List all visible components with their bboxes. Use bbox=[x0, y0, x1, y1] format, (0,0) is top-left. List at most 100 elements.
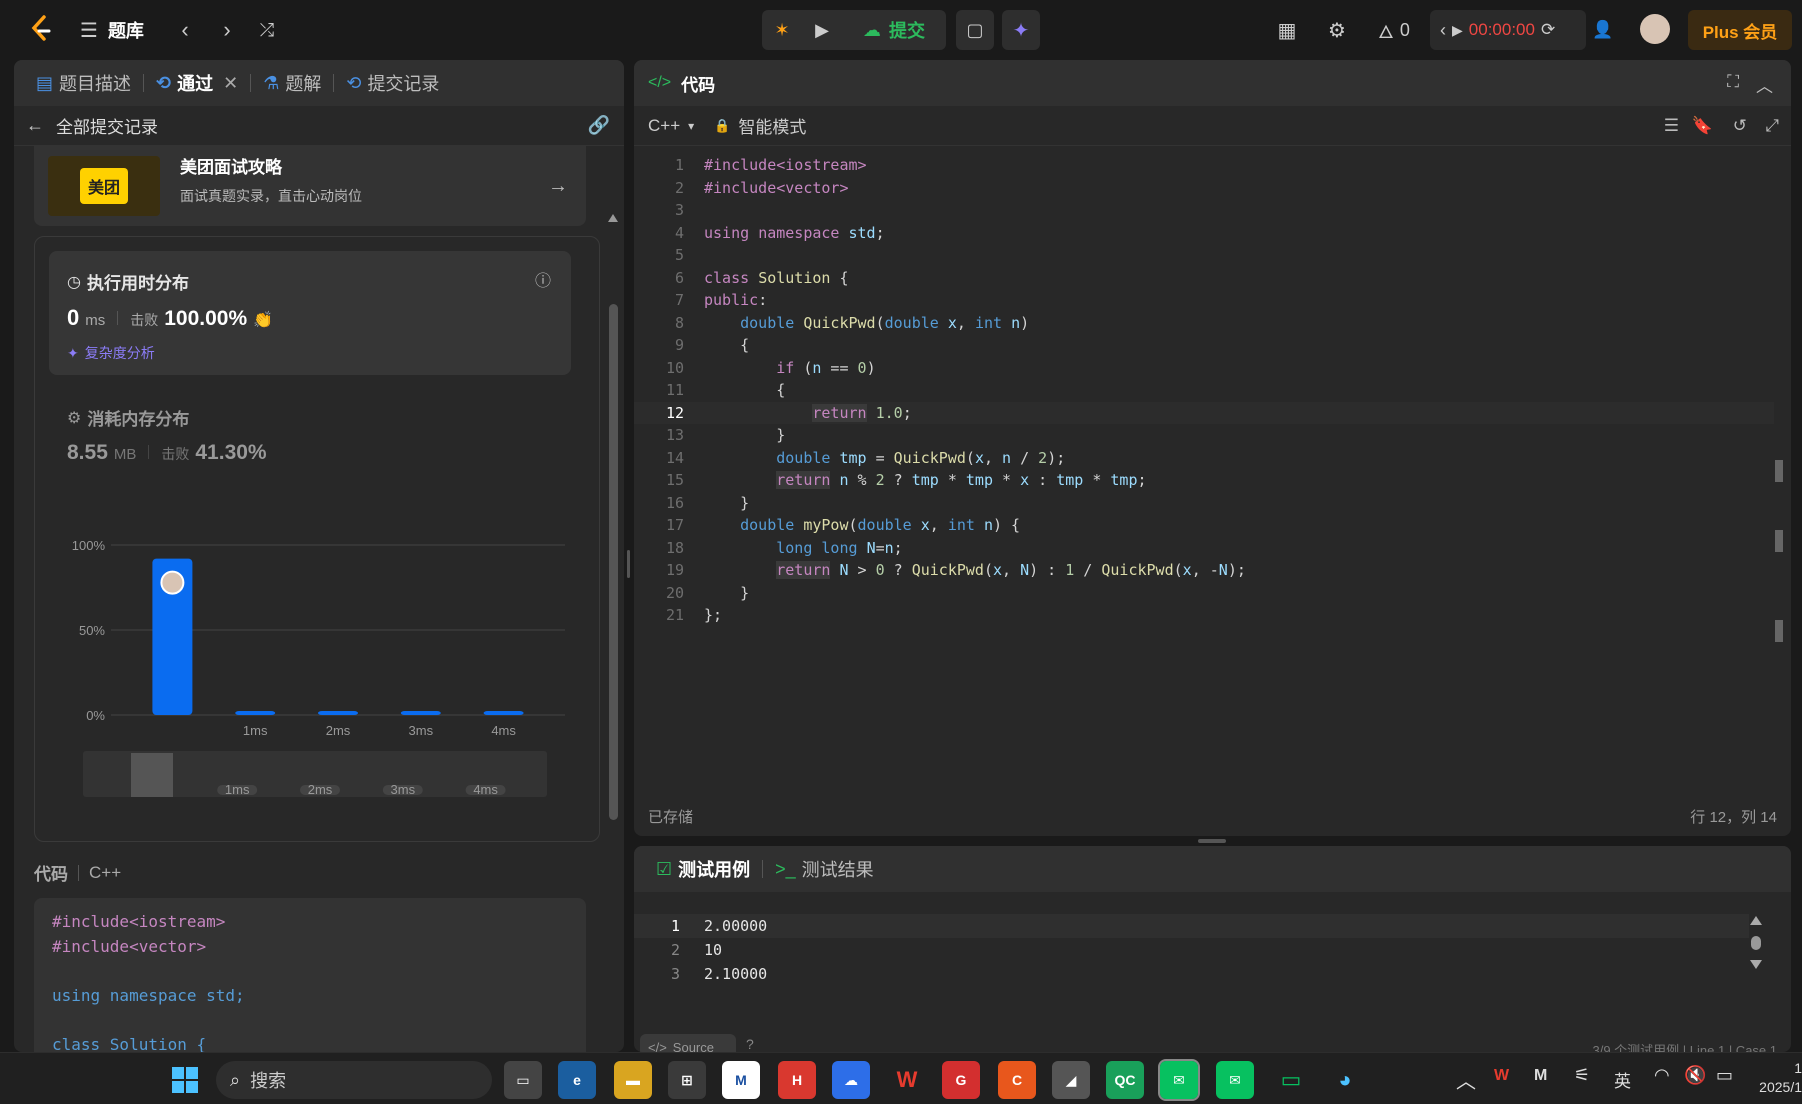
edge-icon[interactable]: e bbox=[558, 1061, 596, 1099]
reset-code-icon[interactable]: ↺ bbox=[1733, 116, 1747, 136]
code-line[interactable]: 5 bbox=[634, 244, 1774, 267]
vertical-resize-handle[interactable] bbox=[627, 550, 630, 578]
all-submissions-link[interactable]: 全部提交记录 bbox=[56, 113, 158, 138]
back-arrow-icon[interactable]: ← bbox=[26, 115, 44, 136]
file-explorer-icon[interactable]: ▬ bbox=[614, 1061, 652, 1099]
bookmark-icon[interactable]: 🔖 bbox=[1692, 116, 1713, 136]
left-scrollbar[interactable] bbox=[608, 214, 618, 820]
prev-problem-button[interactable]: ‹ bbox=[170, 15, 200, 45]
wifi-icon[interactable]: ◠ bbox=[1654, 1065, 1670, 1086]
source-button[interactable]: </> Source bbox=[640, 1034, 736, 1052]
range-selector-window[interactable] bbox=[131, 753, 173, 797]
tab-test-results[interactable]: >_ 测试结果 bbox=[767, 846, 882, 892]
code-line[interactable]: 21}; bbox=[634, 604, 1774, 627]
scroll-thumb[interactable] bbox=[609, 304, 618, 820]
code-line[interactable]: 10 if (n == 0) bbox=[634, 357, 1774, 380]
tray-wps-icon[interactable]: W bbox=[1494, 1067, 1509, 1085]
layout-button[interactable]: ▦ bbox=[1272, 15, 1302, 45]
note-button[interactable]: ▢ bbox=[956, 10, 994, 50]
code-line[interactable]: 12 return 1.0; bbox=[634, 401, 1774, 424]
debug-button[interactable]: ✶ bbox=[766, 14, 798, 46]
plus-member-button[interactable]: Plus 会员 bbox=[1688, 10, 1792, 50]
streak-button[interactable]: 🜂 0 bbox=[1370, 15, 1418, 45]
chevron-up-icon[interactable]: ︿ bbox=[1456, 1065, 1476, 1094]
code-line[interactable]: 4 using namespace std; bbox=[634, 222, 1774, 245]
wps-icon[interactable]: W bbox=[888, 1061, 926, 1099]
next-problem-button[interactable]: › bbox=[212, 15, 242, 45]
code-line[interactable]: 1 #include<iostream> bbox=[634, 154, 1774, 177]
run-button[interactable]: ▶ bbox=[806, 14, 838, 46]
code-line[interactable]: 2 #include<vector> bbox=[634, 177, 1774, 200]
collapse-icon[interactable]: ︿ bbox=[1756, 72, 1773, 97]
tray-m-icon[interactable]: M bbox=[1534, 1067, 1547, 1085]
tab-test-cases[interactable]: ☑ 测试用例 bbox=[648, 846, 758, 892]
reset-icon[interactable]: ⟳ bbox=[1541, 20, 1555, 40]
editor-vscroll[interactable] bbox=[1775, 160, 1783, 740]
app-c-icon[interactable]: C bbox=[998, 1061, 1036, 1099]
scroll-thumb[interactable] bbox=[1751, 936, 1761, 950]
submit-button[interactable]: ☁ 提交 bbox=[846, 14, 942, 46]
link-icon[interactable]: 🔗 bbox=[588, 115, 610, 136]
tray-settings-icon[interactable]: ⚟ bbox=[1574, 1065, 1590, 1086]
avatar[interactable] bbox=[1640, 14, 1670, 44]
fullscreen-icon[interactable]: ⛶ bbox=[1727, 72, 1739, 92]
play-icon[interactable]: ▶ bbox=[1452, 22, 1463, 39]
tab-description[interactable]: ▤ 题目描述 bbox=[28, 60, 139, 106]
battery-icon[interactable]: ▭ bbox=[1716, 1065, 1733, 1086]
language-select[interactable]: C++ ▾ bbox=[648, 116, 694, 136]
expand-icon[interactable]: ⤢ bbox=[1765, 116, 1779, 136]
clock[interactable]: 1 2025/1 bbox=[1752, 1059, 1802, 1097]
tab-submissions[interactable]: ⟲ 提交记录 bbox=[338, 60, 447, 106]
code-line[interactable]: 6 class Solution { bbox=[634, 267, 1774, 290]
code-line[interactable]: 8 double QuickPwd(double x, int n) bbox=[634, 312, 1774, 335]
cloud-icon[interactable]: ☁ bbox=[832, 1061, 870, 1099]
format-icon[interactable]: ☰ bbox=[1664, 116, 1679, 136]
ime-indicator[interactable]: 英 bbox=[1614, 1067, 1631, 1092]
code-line[interactable]: 19 return N > 0 ? QuickPwd(x, N) : 1 / Q… bbox=[634, 559, 1774, 582]
settings-button[interactable]: ⚙ bbox=[1322, 15, 1352, 45]
problem-bank-button[interactable]: ☰ 题库 bbox=[80, 15, 180, 45]
code-line[interactable]: 17 double myPow(double x, int n) { bbox=[634, 514, 1774, 537]
scroll-up-icon[interactable] bbox=[1750, 916, 1762, 925]
smart-mode-toggle[interactable]: 🔒 智能模式 bbox=[714, 113, 806, 138]
wechat-icon[interactable]: ✉ bbox=[1158, 1059, 1200, 1101]
scroll-down-icon[interactable] bbox=[1750, 960, 1762, 969]
code-line[interactable]: 18 long long N=n; bbox=[634, 537, 1774, 560]
huawei-icon[interactable]: H bbox=[778, 1061, 816, 1099]
code-line[interactable]: 3 bbox=[634, 199, 1774, 222]
start-button[interactable] bbox=[166, 1061, 204, 1099]
code-line[interactable]: 15 return n % 2 ? tmp * tmp * x : tmp * … bbox=[634, 469, 1774, 492]
task-view-icon[interactable]: ▭ bbox=[504, 1061, 542, 1099]
info-icon[interactable]: ⓘ bbox=[535, 267, 551, 291]
random-problem-button[interactable]: ⤮ bbox=[252, 15, 282, 45]
help-icon[interactable]: ? bbox=[746, 1036, 754, 1052]
close-icon[interactable]: ✕ bbox=[223, 73, 238, 94]
qt-creator-icon[interactable]: QC bbox=[1106, 1061, 1144, 1099]
ai-assistant-button[interactable]: ✦ bbox=[1002, 10, 1040, 50]
code-line[interactable]: 14 double tmp = QuickPwd(x, n / 2); bbox=[634, 447, 1774, 470]
complexity-analysis-link[interactable]: ✦ 复杂度分析 bbox=[67, 343, 155, 363]
app-g-icon[interactable]: G bbox=[942, 1061, 980, 1099]
panel-resize-handle[interactable] bbox=[1198, 839, 1226, 843]
app-tool-icon[interactable]: ◢ bbox=[1052, 1061, 1090, 1099]
tab-solutions[interactable]: ⚗ 题解 bbox=[255, 60, 329, 106]
chevron-left-icon[interactable]: ‹ bbox=[1440, 20, 1446, 41]
app-m-icon[interactable]: M bbox=[722, 1061, 760, 1099]
code-line[interactable]: 16 } bbox=[634, 492, 1774, 515]
code-line[interactable]: 11 { bbox=[634, 379, 1774, 402]
chart-bar[interactable] bbox=[483, 711, 524, 715]
volume-muted-icon[interactable]: 🔇 bbox=[1684, 1065, 1706, 1086]
chart-bar[interactable] bbox=[400, 711, 441, 715]
memory-box[interactable]: ⚙ 消耗内存分布 8.55 MB 击败 41.30% bbox=[49, 397, 571, 477]
code-line[interactable]: 7 public: bbox=[634, 289, 1774, 312]
promo-card[interactable]: 美团 美团面试攻略 面试真题实录，直击心动岗位 → bbox=[34, 146, 586, 226]
paint-icon[interactable]: ◕ bbox=[1326, 1061, 1364, 1099]
invite-button[interactable]: 👤 bbox=[1588, 15, 1618, 45]
tab-accepted[interactable]: ⟲ 通过 ✕ bbox=[148, 60, 246, 106]
wechat-icon-2[interactable]: ✉ bbox=[1216, 1061, 1254, 1099]
leetcode-logo[interactable] bbox=[26, 14, 56, 44]
scroll-up-icon[interactable] bbox=[608, 214, 618, 222]
taskbar-search[interactable]: ⌕ 搜索 bbox=[216, 1061, 492, 1099]
chart-bar[interactable] bbox=[235, 711, 276, 715]
message-icon[interactable]: ▭ bbox=[1272, 1061, 1310, 1099]
